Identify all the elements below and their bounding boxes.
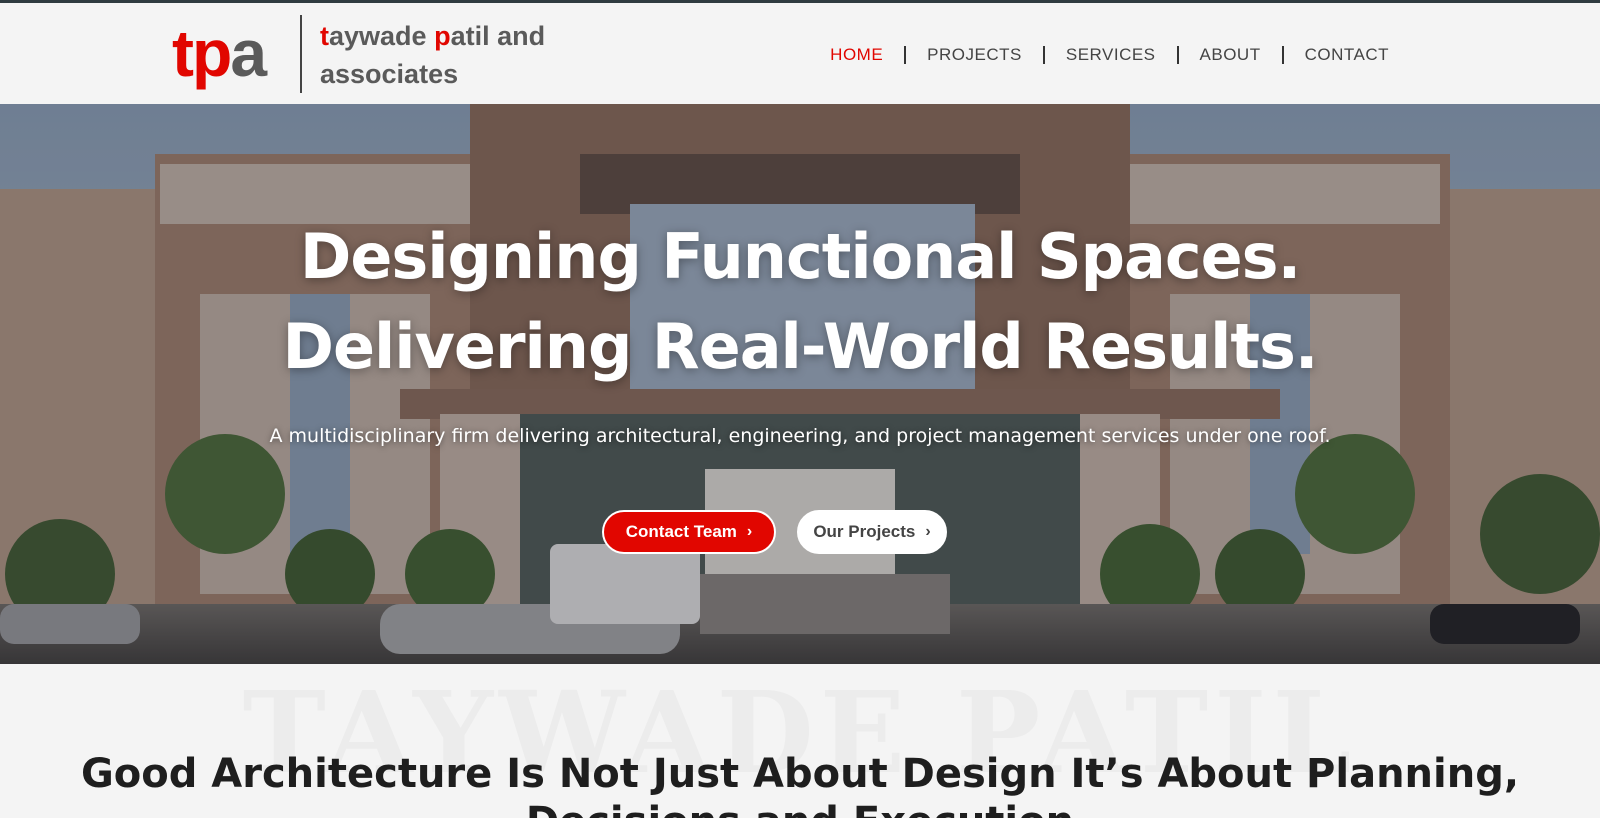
hero-title-line1: Designing Functional Spaces.	[299, 220, 1301, 293]
nav-about[interactable]: ABOUT	[1179, 41, 1282, 69]
hero-title: Designing Functional Spaces. Delivering …	[0, 212, 1600, 392]
our-projects-label: Our Projects	[813, 522, 916, 541]
intro-heading-line1: Good Architecture Is Not Just About Desi…	[80, 751, 1520, 797]
intro-section: TAYWADE PATIL Good Architecture Is Not J…	[0, 664, 1600, 818]
hero-title-line2: Delivering Real-World Results.	[282, 310, 1319, 383]
logo-wordmark-line1: taywade patil and	[320, 21, 546, 51]
hero-section: Designing Functional Spaces. Delivering …	[0, 104, 1600, 664]
chevron-right-icon: ›	[925, 523, 931, 540]
contact-team-button[interactable]: Contact Team ›	[602, 510, 776, 554]
logo-divider	[300, 15, 302, 93]
nav-projects[interactable]: PROJECTS	[906, 41, 1043, 69]
intro-heading: Good Architecture Is Not Just About Desi…	[0, 750, 1600, 818]
hero-subtitle: A multidisciplinary firm delivering arch…	[269, 425, 1331, 447]
logo-mark[interactable]: tpa	[172, 13, 267, 93]
nav-home[interactable]: HOME	[809, 41, 904, 69]
chevron-right-icon: ›	[746, 523, 753, 540]
logo-wordmark[interactable]: taywade patil and associates	[320, 17, 590, 93]
nav-contact[interactable]: CONTACT	[1284, 41, 1410, 69]
main-nav: HOME PROJECTS SERVICES ABOUT CONTACT	[809, 41, 1410, 69]
logo-wordmark-line2: associates	[320, 59, 459, 89]
contact-team-label: Contact Team	[625, 522, 737, 541]
site-header: tpa taywade patil and associates HOME PR…	[0, 3, 1600, 104]
intro-heading-line2: Decisions and Execution	[0, 798, 1600, 818]
our-projects-button[interactable]: Our Projects ›	[797, 510, 947, 554]
nav-services[interactable]: SERVICES	[1045, 41, 1177, 69]
